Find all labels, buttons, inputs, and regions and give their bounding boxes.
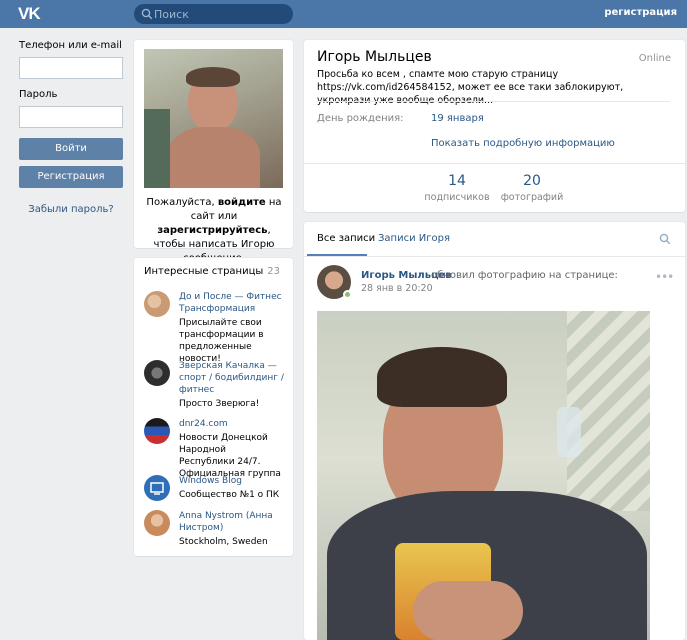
- page-description: Просто Зверюга!: [179, 399, 260, 409]
- password-input[interactable]: [19, 106, 123, 128]
- photos-count: 20: [523, 173, 541, 189]
- profile-name: Игорь Мыльцев: [317, 49, 432, 65]
- page-description: Stockholm, Sweden: [179, 537, 268, 547]
- page-description: Сообщество №1 о ПК: [179, 490, 280, 500]
- interesting-pages-title[interactable]: Интересные страницы 23: [144, 266, 280, 277]
- divider: [304, 256, 685, 257]
- login-form: Телефон или e-mail Пароль Войти Регистра…: [19, 40, 123, 215]
- page-name[interactable]: До и После — Фитнес Трансформация: [179, 291, 284, 315]
- windows-icon: [150, 482, 164, 495]
- profile-avatar[interactable]: [144, 49, 283, 188]
- tab-all-posts[interactable]: Все записи: [317, 233, 375, 244]
- online-status: Online: [638, 53, 671, 64]
- post-action-text: обновил фотографию на странице:: [431, 270, 618, 281]
- phone-label: Телефон или e-mail: [19, 40, 122, 51]
- top-bar: VK регистрация: [0, 0, 687, 28]
- more-icon[interactable]: •••: [655, 270, 674, 284]
- login-button[interactable]: Войти: [19, 138, 123, 160]
- show-more-info-link[interactable]: Показать подробную информацию: [431, 138, 615, 149]
- post-photo[interactable]: [317, 311, 650, 640]
- search-input[interactable]: [154, 6, 284, 22]
- birthday-value[interactable]: 19 января: [431, 113, 484, 124]
- page-name[interactable]: Зверская Качалка — спорт / бодибилдинг /…: [179, 360, 284, 396]
- page-description: Новости Донецкой Народной Республики 24/…: [179, 433, 281, 479]
- password-label: Пароль: [19, 89, 58, 100]
- interesting-pages-count: 23: [267, 266, 281, 277]
- page-avatar[interactable]: [144, 291, 170, 317]
- online-indicator: [343, 290, 352, 299]
- page-avatar[interactable]: [144, 360, 170, 386]
- followers-count: 14: [448, 173, 466, 189]
- page-avatar[interactable]: [144, 418, 170, 444]
- register-link[interactable]: регистрация: [604, 7, 677, 18]
- post-date[interactable]: 28 янв в 20:20: [361, 283, 433, 294]
- followers-label: подписчиков: [424, 192, 490, 203]
- search-box[interactable]: [134, 4, 293, 24]
- photos-counter[interactable]: 20 фотографий: [500, 173, 564, 203]
- page-description: Присылайте свои трансформации в предложе…: [179, 318, 264, 364]
- divider: [304, 163, 685, 164]
- login-prompt-login-link[interactable]: войдите: [218, 197, 266, 208]
- page-name[interactable]: dnr24.com: [179, 418, 284, 430]
- photos-label: фотографий: [500, 192, 564, 203]
- page-avatar[interactable]: [144, 475, 170, 501]
- page-name[interactable]: Windows Blog: [179, 475, 284, 487]
- page-avatar[interactable]: [144, 510, 170, 536]
- phone-input[interactable]: [19, 57, 123, 79]
- page-name[interactable]: Anna Nystrom (Анна Нистром): [179, 510, 284, 534]
- divider: [317, 101, 670, 102]
- register-button[interactable]: Регистрация: [19, 166, 123, 188]
- search-icon: [141, 8, 153, 20]
- profile-info-panel: [304, 40, 685, 212]
- followers-counter[interactable]: 14 подписчиков: [424, 173, 490, 203]
- forgot-password-link[interactable]: Забыли пароль?: [19, 204, 123, 215]
- login-prompt: Пожалуйста, войдите на сайт или зарегист…: [146, 197, 282, 264]
- login-prompt-register-link[interactable]: зарегистрируйтесь: [157, 225, 267, 236]
- vk-logo[interactable]: VK: [18, 5, 44, 23]
- tab-owner-posts[interactable]: Записи Игоря: [378, 233, 450, 244]
- birthday-label: День рождения:: [317, 113, 404, 124]
- search-icon[interactable]: [659, 233, 671, 245]
